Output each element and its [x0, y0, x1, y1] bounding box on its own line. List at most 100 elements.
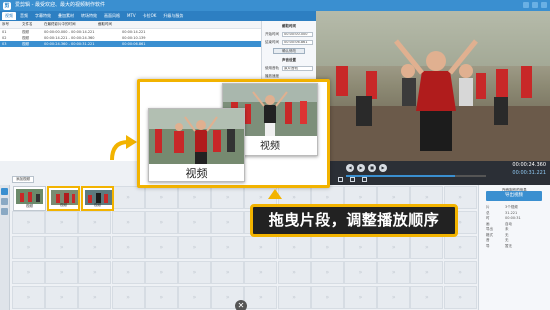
- audio-track-select[interactable]: 原片音轨: [282, 66, 313, 71]
- card-front-label: 视频: [185, 167, 208, 180]
- tool-clip-icon[interactable]: [1, 188, 8, 195]
- empty-clip-slot: »: [310, 286, 344, 309]
- empty-clip-slot: »: [443, 236, 477, 259]
- row-name: 视频: [22, 35, 29, 40]
- app-logo-icon: 剪: [3, 1, 11, 10]
- tab-audio[interactable]: 音频: [17, 12, 31, 20]
- fullscreen-icon[interactable]: [350, 177, 355, 182]
- progress-bar[interactable]: [346, 175, 486, 177]
- empty-clip-slot: »: [244, 286, 278, 309]
- empty-clip-slot: »: [377, 286, 411, 309]
- info-value: 暂无: [505, 243, 512, 248]
- prev-icon[interactable]: ◀: [346, 164, 354, 172]
- timeline-clip[interactable]: 视频: [13, 186, 46, 211]
- export-video-button[interactable]: 导出视频: [486, 191, 542, 201]
- tab-mtv[interactable]: MTV: [124, 12, 139, 20]
- close-icon[interactable]: [541, 2, 547, 8]
- close-circle-icon[interactable]: ✕: [235, 300, 247, 310]
- timeline-clip-selected[interactable]: 视频: [47, 186, 80, 211]
- minimize-icon[interactable]: [523, 2, 529, 8]
- empty-clip-slot: »: [78, 261, 112, 284]
- stop-icon[interactable]: ■: [368, 164, 376, 172]
- volume-icon[interactable]: [338, 177, 343, 182]
- empty-clip-slot: »: [277, 286, 311, 309]
- arrow-up-icon: [268, 189, 282, 199]
- row-final-time: 00:00:14.221 - 00:00:24.360: [44, 36, 95, 40]
- clip-label: 视频: [60, 203, 67, 207]
- tab-styles[interactable]: 画面风格: [101, 12, 123, 20]
- start-time-input[interactable]: 00:00:00.000: [282, 32, 313, 37]
- row-final-time: 00:00:00.000 - 00:00:14.221: [44, 30, 95, 34]
- empty-clip-slot: »: [144, 236, 178, 259]
- empty-clip-slot: »: [410, 286, 444, 309]
- empty-clip-slot: »: [443, 261, 477, 284]
- row-name: 视频: [22, 29, 29, 34]
- play-icon[interactable]: ▶: [357, 164, 365, 172]
- audio-track-label: 使用音轨: [265, 66, 279, 70]
- cut-time-section-title: 截取时间: [282, 24, 296, 28]
- empty-clip-slot: »: [410, 261, 444, 284]
- row-cut-time: 00:00:06.861: [122, 42, 146, 46]
- empty-clip-slot: »: [344, 286, 377, 309]
- snapshot-icon[interactable]: [362, 177, 367, 182]
- drag-demo-callout: 视频 视频: [137, 79, 330, 188]
- timeline-side-toolbar: [0, 185, 10, 310]
- next-icon[interactable]: ▶: [379, 164, 387, 172]
- audio-section-title: 声音设置: [282, 58, 296, 62]
- empty-clip-slot: »: [45, 261, 79, 284]
- tab-upgrade[interactable]: 升级与服务: [160, 12, 186, 20]
- empty-clip-slot: »: [178, 186, 211, 209]
- empty-clip-slot: »: [277, 236, 311, 259]
- confirm-edit-button[interactable]: 确认修改: [273, 48, 305, 54]
- preview-frame: [316, 11, 550, 161]
- header-no[interactable]: 序号: [0, 22, 22, 27]
- row-no: 01: [2, 30, 7, 34]
- table-row-selected[interactable]: 03 视频 00:00:24.360 - 00:00:31.221 00:00:…: [0, 41, 261, 47]
- tab-video[interactable]: 视频: [2, 12, 16, 20]
- empty-clip-slot: »: [78, 236, 112, 259]
- start-time-row: 开始时间 00:00:00.000: [265, 32, 313, 37]
- empty-clip-slot: »: [211, 211, 245, 234]
- row-final-time: 00:00:24.360 - 00:00:31.221: [44, 42, 95, 46]
- empty-clip-slot: »: [410, 236, 444, 259]
- header-final-time[interactable]: 在最终影片中的时间: [44, 22, 98, 27]
- tool-zoom-out-icon[interactable]: [1, 208, 8, 215]
- empty-clip-slot: »: [45, 211, 79, 234]
- empty-clip-slot: »: [443, 286, 477, 309]
- tab-overlay[interactable]: 叠加素材: [55, 12, 77, 20]
- video-preview[interactable]: [316, 11, 550, 161]
- empty-clip-slot: »: [178, 211, 211, 234]
- end-time-label: 结束时间: [265, 40, 279, 44]
- timeline-clip-selected[interactable]: 视频: [81, 186, 114, 211]
- header-name[interactable]: 文件名: [22, 22, 44, 27]
- empty-clip-slot: »: [78, 211, 112, 234]
- empty-clip-slot: »: [144, 286, 178, 309]
- add-video-button[interactable]: 添加视频: [12, 176, 34, 183]
- drag-card-front[interactable]: 视频: [148, 108, 245, 182]
- tab-karaoke[interactable]: 卡拉OK: [140, 12, 160, 20]
- empty-clip-slot: »: [12, 286, 45, 309]
- card-front-thumbnail: [149, 109, 244, 164]
- player-controls: ◀ ▶ ■ ▶ 00:00:24.360 00:00:31.221: [316, 161, 550, 185]
- row-cut-time: 00:00:14.221: [122, 30, 146, 34]
- tab-subtitle-effects[interactable]: 字幕特效: [32, 12, 54, 20]
- info-key: 导: [486, 243, 490, 248]
- empty-clip-slot: »: [277, 261, 311, 284]
- empty-clip-slot: »: [111, 186, 145, 209]
- empty-clip-slot: »: [244, 236, 278, 259]
- empty-clip-slot: »: [12, 261, 45, 284]
- title-bar: 剪 爱剪辑 - 最受欢迎、最大的视频制作软件: [0, 0, 550, 11]
- end-time-input[interactable]: 00:00:06.861: [282, 40, 313, 45]
- maximize-icon[interactable]: [532, 2, 538, 8]
- header-cut-time[interactable]: 截取时间: [98, 22, 138, 27]
- empty-clip-slot: »: [211, 236, 245, 259]
- empty-clip-slot: »: [344, 236, 377, 259]
- row-no: 03: [2, 42, 7, 46]
- clip-label: 视频: [26, 204, 33, 208]
- empty-clip-slot: »: [12, 211, 45, 234]
- empty-clip-slot: »: [111, 236, 145, 259]
- tab-transitions[interactable]: 转场特效: [78, 12, 100, 20]
- row-name: 视频: [22, 41, 29, 46]
- clip-thumbnail: [16, 189, 43, 204]
- tool-zoom-in-icon[interactable]: [1, 198, 8, 205]
